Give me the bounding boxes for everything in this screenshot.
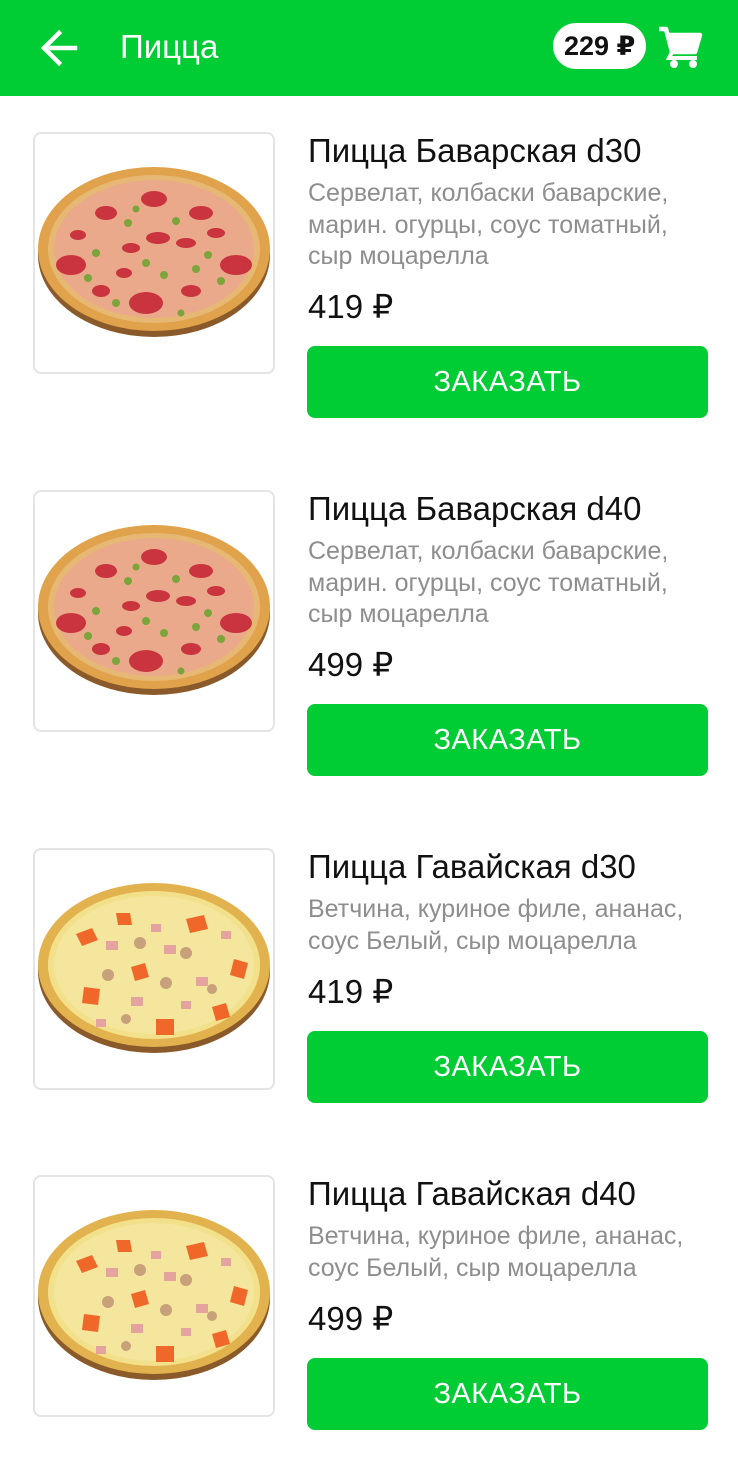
product-card: Пицца Баварская d40 Сервелат, колбаски б…: [0, 490, 738, 790]
cart-total-badge[interactable]: 229 ₽: [553, 23, 647, 69]
product-price: 499 ₽: [308, 646, 394, 683]
product-name[interactable]: Пицца Гавайская d30: [308, 847, 718, 887]
order-button[interactable]: ЗАКАЗАТЬ: [307, 1031, 708, 1103]
product-price: 419 ₽: [308, 288, 394, 325]
product-price: 499 ₽: [308, 1300, 394, 1337]
back-button[interactable]: [32, 22, 86, 74]
product-image[interactable]: [33, 848, 275, 1090]
product-name[interactable]: Пицца Гавайская d40: [308, 1174, 718, 1214]
product-description: Сервелат, колбаски баварские, марин. огу…: [308, 179, 669, 270]
product-name[interactable]: Пицца Баварская d30: [308, 131, 718, 171]
order-button[interactable]: ЗАКАЗАТЬ: [307, 1358, 708, 1430]
arrow-left-icon: [40, 29, 78, 67]
app-bar: Пицца 229 ₽: [0, 0, 738, 96]
product-price: 419 ₽: [308, 973, 394, 1010]
product-name[interactable]: Пицца Баварская d40: [308, 489, 718, 529]
order-button[interactable]: ЗАКАЗАТЬ: [307, 704, 708, 776]
product-card: Пицца Гавайская d40 Ветчина, куриное фил…: [0, 1175, 738, 1475]
product-image[interactable]: [33, 1175, 275, 1417]
product-description: Ветчина, куриное филе, ананас, соус Белы…: [308, 1222, 684, 1282]
page-title: Пицца: [120, 28, 219, 65]
product-card: Пицца Гавайская d30 Ветчина, куриное фил…: [0, 848, 738, 1148]
product-card: Пицца Баварская d30 Сервелат, колбаски б…: [0, 132, 738, 432]
product-description: Сервелат, колбаски баварские, марин. огу…: [308, 537, 669, 628]
order-button[interactable]: ЗАКАЗАТЬ: [307, 346, 708, 418]
product-image[interactable]: [33, 490, 275, 732]
shopping-cart-icon[interactable]: [656, 24, 704, 70]
product-description: Ветчина, куриное филе, ананас, соус Белы…: [308, 895, 684, 955]
product-image[interactable]: [33, 132, 275, 374]
